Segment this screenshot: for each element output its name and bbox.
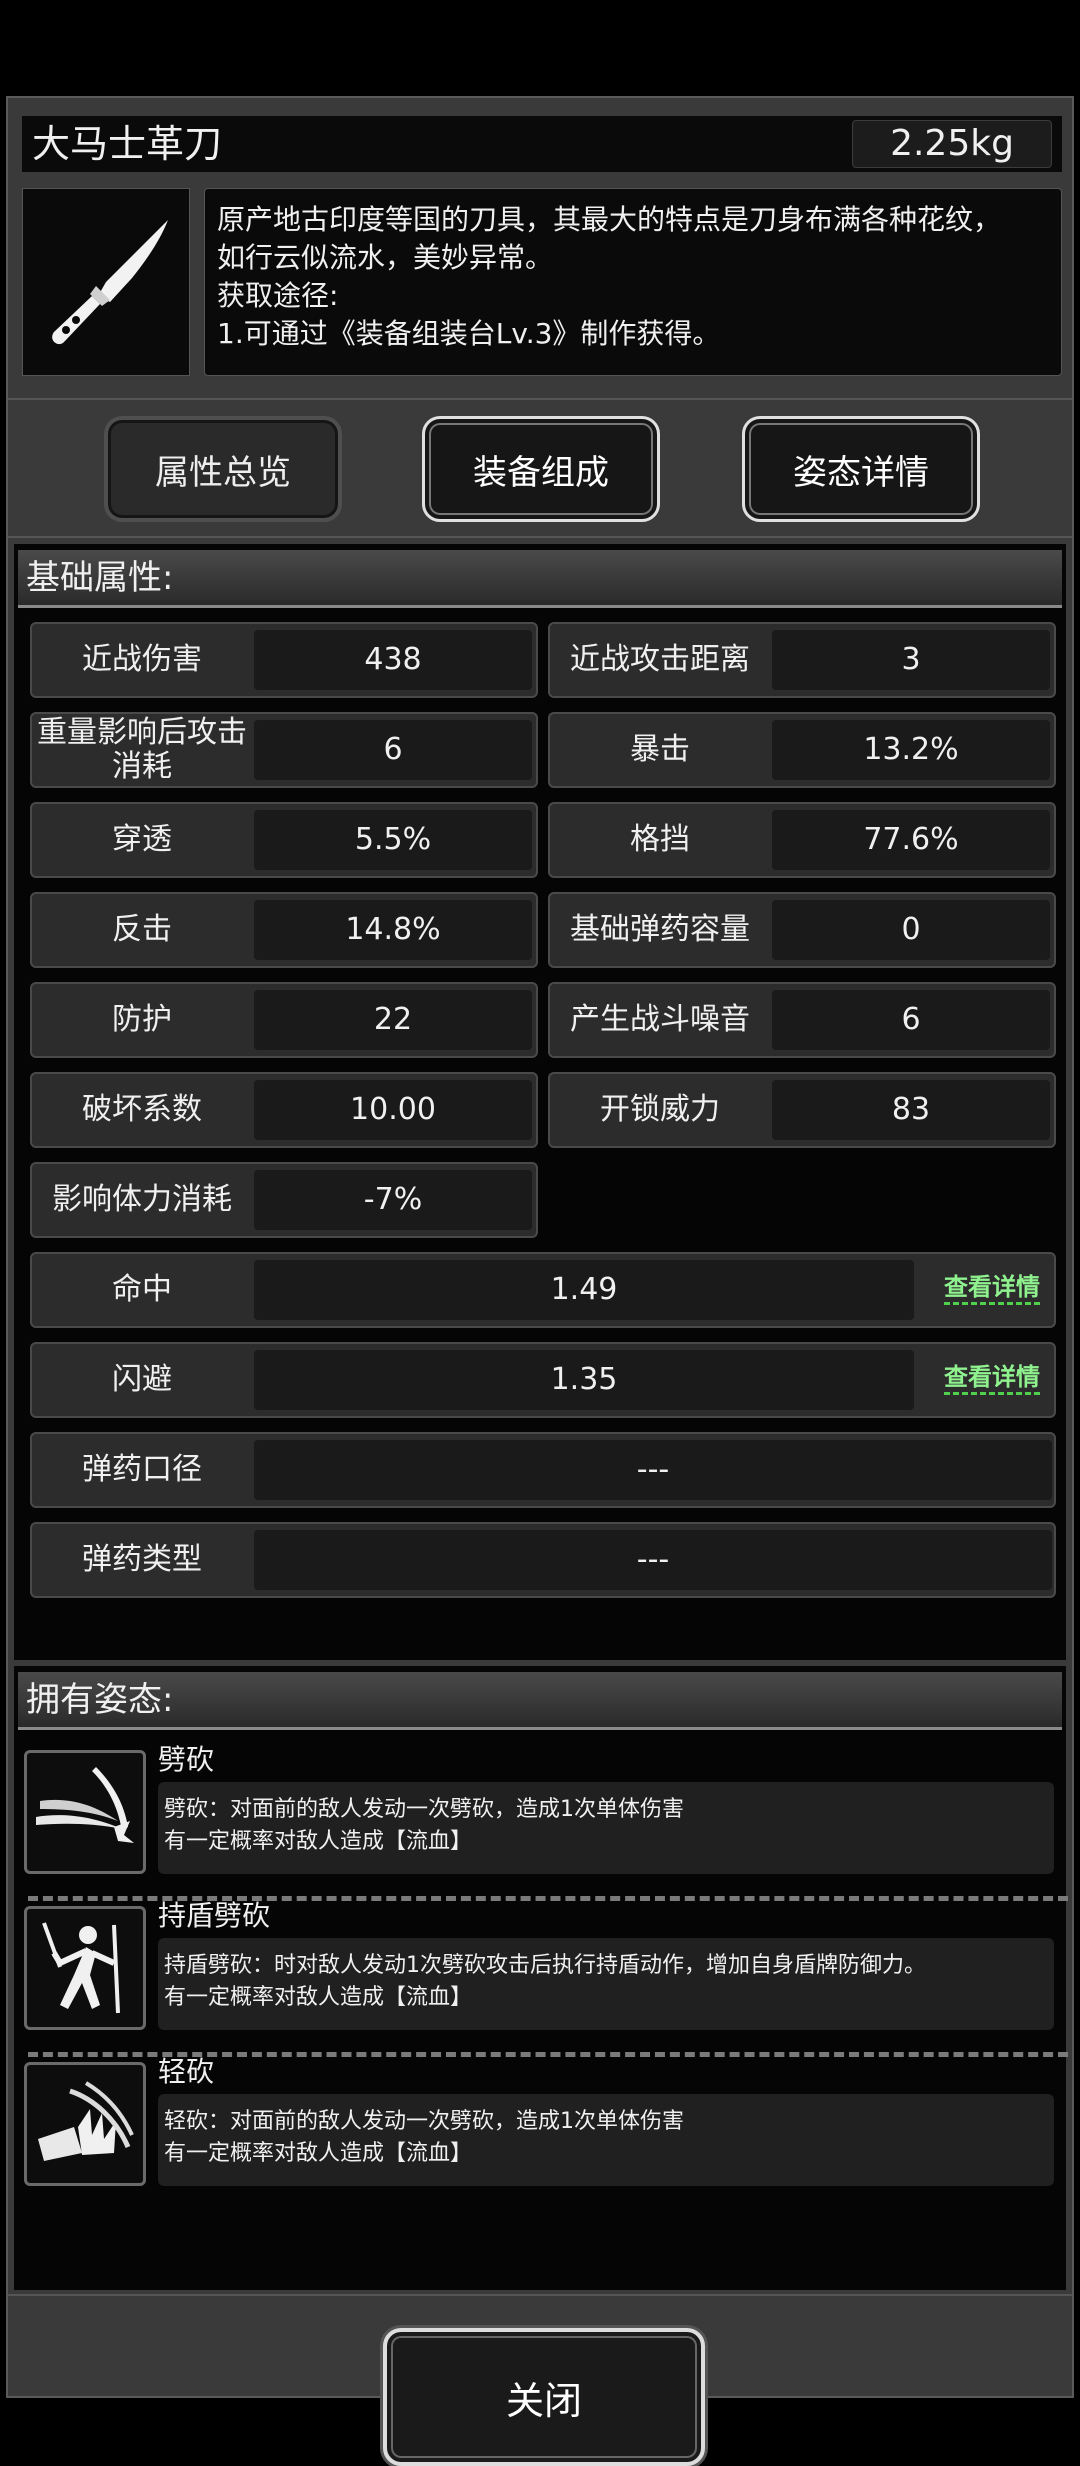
- attr-label: 影响体力消耗: [52, 1182, 232, 1217]
- base-attributes-section[interactable]: 基础属性: 近战伤害 438 近战攻击距离 3 重量影响后攻击消耗 6 暴击 1…: [14, 544, 1066, 1660]
- attr-value: 6: [254, 720, 532, 780]
- attr-value: 13.2%: [772, 720, 1050, 780]
- attr-label: 基础弹药容量: [570, 912, 750, 947]
- shield-slash-icon: [24, 1906, 146, 2030]
- attr-cell: 开锁威力 83: [548, 1072, 1056, 1148]
- section-title: 基础属性:: [18, 550, 1062, 608]
- attr-label: 暴击: [630, 732, 690, 767]
- attr-label: 开锁威力: [600, 1092, 720, 1127]
- stance-item[interactable]: 劈砍 劈砍：对面前的敌人发动一次劈砍，造成1次单体伤害 有一定概率对敌人造成【流…: [24, 1742, 1064, 1888]
- tab-stance-details[interactable]: 姿态详情: [742, 416, 980, 522]
- attr-cell: 近战攻击距离 3: [548, 622, 1056, 698]
- attr-cell: 反击 14.8%: [30, 892, 538, 968]
- attr-value: 10.00: [254, 1080, 532, 1140]
- attr-cell: 格挡 77.6%: [548, 802, 1056, 878]
- attr-value: 438: [254, 630, 532, 690]
- attr-label: 穿透: [112, 822, 172, 857]
- description-line: 获取途径:: [217, 279, 339, 312]
- stance-description-line: 轻砍：对面前的敌人发动一次劈砍，造成1次单体伤害: [164, 2109, 684, 2134]
- view-details-link[interactable]: 查看详情: [944, 1362, 1040, 1395]
- attr-label: 弹药类型: [82, 1542, 202, 1577]
- stance-description-line: 有一定概率对敌人造成【流血】: [164, 1985, 473, 2010]
- attr-label: 反击: [112, 912, 172, 947]
- attr-value: 14.8%: [254, 900, 532, 960]
- tab-equipment-composition[interactable]: 装备组成: [422, 416, 660, 522]
- attr-row-accuracy: 命中 1.49 查看详情: [30, 1252, 1056, 1328]
- attr-label: 破坏系数: [82, 1092, 202, 1127]
- attr-label: 弹药口径: [82, 1452, 202, 1487]
- attr-cell: 产生战斗噪音 6: [548, 982, 1056, 1058]
- stance-description-line: 有一定概率对敌人造成【流血】: [164, 2141, 473, 2166]
- item-description: 原产地古印度等国的刀具，其最大的特点是刀身布满各种花纹， 如行云似流水，美妙异常…: [204, 188, 1062, 376]
- description-line: 原产地古印度等国的刀具，其最大的特点是刀身布满各种花纹，: [217, 203, 1002, 236]
- stance-item[interactable]: 持盾劈砍 持盾劈砍：时对敌人发动1次劈砍攻击后执行持盾动作，增加自身盾牌防御力。…: [24, 1898, 1064, 2044]
- knife-icon: [52, 220, 168, 345]
- stance-name: 轻砍: [158, 2055, 215, 2088]
- attr-value: 1.35: [254, 1350, 914, 1410]
- attr-value: ---: [254, 1440, 1052, 1500]
- attr-value: 22: [254, 990, 532, 1050]
- close-button[interactable]: 关闭: [383, 2328, 705, 2466]
- attr-value: 6: [772, 990, 1050, 1050]
- section-title: 拥有姿态:: [18, 1672, 1062, 1730]
- attr-value: 83: [772, 1080, 1050, 1140]
- attr-value: ---: [254, 1530, 1052, 1590]
- stance-description-line: 有一定概率对敌人造成【流血】: [164, 1829, 473, 1854]
- attr-cell: 重量影响后攻击消耗 6: [30, 712, 538, 788]
- attr-label: 重量影响后攻击消耗: [37, 715, 247, 784]
- stances-section[interactable]: 拥有姿态: 劈砍 劈砍：对面前的敌人发动一次劈砍，造成1次单体伤害 有一定概率对…: [14, 1666, 1068, 2290]
- slash-icon: [24, 1750, 146, 1874]
- attr-cell: 基础弹药容量 0: [548, 892, 1056, 968]
- item-weight: 2.25kg: [852, 120, 1052, 168]
- attr-value: 0: [772, 900, 1050, 960]
- stance-description-line: 持盾劈砍：时对敌人发动1次劈砍攻击后执行持盾动作，增加自身盾牌防御力。: [164, 1953, 926, 1978]
- tab-attribute-overview[interactable]: 属性总览: [104, 416, 342, 522]
- stance-name: 劈砍: [158, 1743, 215, 1776]
- attr-cell: 穿透 5.5%: [30, 802, 538, 878]
- attr-row-ammo-type: 弹药类型 ---: [30, 1522, 1056, 1598]
- item-icon-frame: [22, 188, 190, 376]
- light-slash-icon: [24, 2062, 146, 2186]
- attr-label: 近战攻击距离: [570, 642, 750, 677]
- stance-description: 轻砍：对面前的敌人发动一次劈砍，造成1次单体伤害 有一定概率对敌人造成【流血】: [158, 2094, 1054, 2186]
- view-details-link[interactable]: 查看详情: [944, 1272, 1040, 1305]
- stance-item[interactable]: 轻砍 轻砍：对面前的敌人发动一次劈砍，造成1次单体伤害 有一定概率对敌人造成【流…: [24, 2054, 1064, 2200]
- stance-description: 劈砍：对面前的敌人发动一次劈砍，造成1次单体伤害 有一定概率对敌人造成【流血】: [158, 1782, 1054, 1874]
- attr-value: 5.5%: [254, 810, 532, 870]
- title-bar: 大马士革刀 2.25kg: [22, 116, 1062, 172]
- item-header: 大马士革刀 2.25kg 原产地古印度等国的刀具，其最大的特点是刀身布满各种花纹…: [22, 116, 1062, 376]
- attr-cell: 暴击 13.2%: [548, 712, 1056, 788]
- attr-row-caliber: 弹药口径 ---: [30, 1432, 1056, 1508]
- stance-name: 持盾劈砍: [158, 1899, 271, 1932]
- attr-value: 3: [772, 630, 1050, 690]
- attr-label: 产生战斗噪音: [570, 1002, 750, 1037]
- tab-bar: 属性总览 装备组成 姿态详情: [8, 398, 1072, 538]
- attr-row-dodge: 闪避 1.35 查看详情: [30, 1342, 1056, 1418]
- attr-label: 闪避: [112, 1362, 172, 1397]
- description-line: 1.可通过《装备组装台Lv.3》制作获得。: [217, 317, 721, 350]
- attr-label: 防护: [112, 1002, 172, 1037]
- stance-description: 持盾劈砍：时对敌人发动1次劈砍攻击后执行持盾动作，增加自身盾牌防御力。 有一定概…: [158, 1938, 1054, 2030]
- description-line: 如行云似流水，美妙异常。: [217, 241, 554, 274]
- attr-label: 近战伤害: [82, 642, 202, 677]
- stance-description-line: 劈砍：对面前的敌人发动一次劈砍，造成1次单体伤害: [164, 1797, 684, 1822]
- attr-value: 1.49: [254, 1260, 914, 1320]
- attr-value: 77.6%: [772, 810, 1050, 870]
- attr-cell: 破坏系数 10.00: [30, 1072, 538, 1148]
- attr-cell: 影响体力消耗 -7%: [30, 1162, 538, 1238]
- attr-value: -7%: [254, 1170, 532, 1230]
- attr-label: 命中: [112, 1272, 172, 1307]
- footer-bar: 关闭: [8, 2294, 1072, 2466]
- item-detail-panel: 大马士革刀 2.25kg 原产地古印度等国的刀具，其最大的特点是刀身布满各种花纹…: [6, 96, 1074, 2466]
- attr-cell: 近战伤害 438: [30, 622, 538, 698]
- attr-cell: 防护 22: [30, 982, 538, 1058]
- item-name: 大马士革刀: [32, 122, 223, 166]
- attr-label: 格挡: [630, 822, 690, 857]
